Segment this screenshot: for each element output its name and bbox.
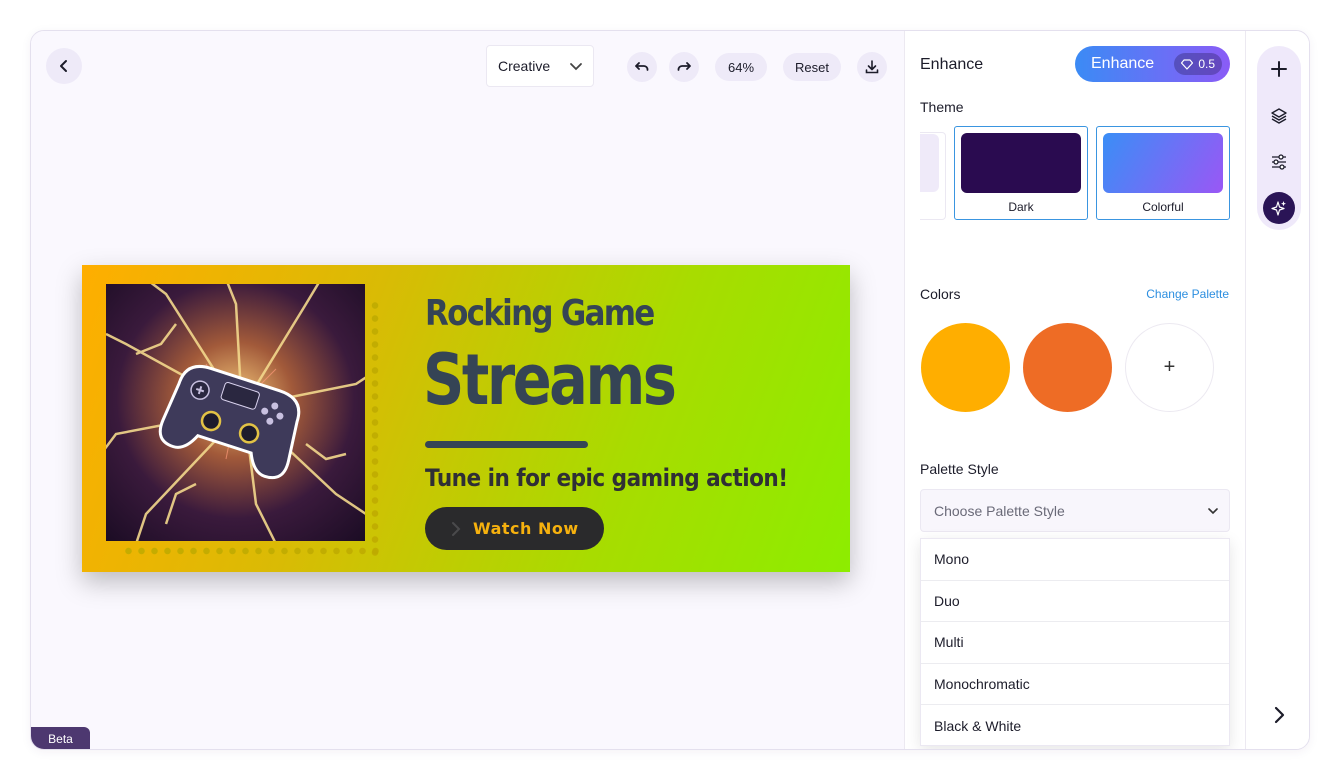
- layers-button[interactable]: [1263, 100, 1295, 132]
- banner-subtitle[interactable]: Tune in for epic gaming action!: [425, 464, 788, 492]
- palette-option-duo[interactable]: Duo: [921, 581, 1229, 622]
- chevron-down-icon: [1208, 508, 1218, 515]
- undo-icon: [635, 62, 649, 71]
- gamepad-illustration[interactable]: [106, 284, 365, 541]
- chevron-down-icon: [570, 63, 582, 71]
- enhance-button-label: Enhance: [1091, 55, 1155, 72]
- theme-card-colorful[interactable]: Colorful: [1096, 126, 1230, 220]
- sparkles-icon: [1271, 201, 1286, 216]
- change-palette-link[interactable]: Change Palette: [1146, 287, 1229, 301]
- beta-badge: Beta: [31, 727, 90, 749]
- banner-title-line1[interactable]: Rocking Game: [425, 293, 655, 334]
- banner-title-line2[interactable]: Streams: [423, 339, 677, 421]
- redo-button[interactable]: [669, 52, 699, 82]
- palette-style-label: Palette Style: [920, 461, 999, 477]
- diamond-icon: [1181, 58, 1194, 70]
- banner-dot-pattern: [122, 544, 382, 558]
- enhance-panel: Enhance Enhance 0.5 Theme Dark Colorful …: [904, 31, 1246, 749]
- watch-now-label: Watch Now: [473, 519, 579, 538]
- chevron-right-icon: [452, 522, 461, 536]
- colors-label: Colors: [920, 286, 961, 302]
- palette-option-mono[interactable]: Mono: [921, 539, 1229, 581]
- palette-style-select[interactable]: Choose Palette Style: [920, 489, 1230, 532]
- mode-select[interactable]: Creative: [486, 45, 594, 87]
- sliders-icon: [1272, 154, 1286, 170]
- mode-select-value: Creative: [498, 58, 551, 74]
- layers-icon: [1271, 108, 1287, 124]
- adjust-button[interactable]: [1263, 146, 1295, 178]
- next-button[interactable]: [1265, 701, 1293, 729]
- palette-style-placeholder: Choose Palette Style: [934, 502, 1065, 519]
- plus-icon: [1271, 61, 1287, 77]
- theme-colorful-label: Colorful: [1142, 200, 1184, 214]
- color-swatch-red-orange[interactable]: [1023, 323, 1112, 412]
- banner-divider: [425, 441, 588, 448]
- theme-swatch-dark: [961, 133, 1081, 193]
- download-icon: [865, 60, 879, 74]
- theme-card-light[interactable]: [920, 132, 946, 220]
- zoom-level[interactable]: 64%: [715, 53, 767, 81]
- palette-option-monochromatic[interactable]: Monochromatic: [921, 664, 1229, 705]
- add-element-button[interactable]: [1263, 53, 1295, 85]
- theme-label: Theme: [920, 99, 964, 115]
- gamepad-icon: [106, 284, 365, 541]
- theme-swatch-light: [920, 134, 939, 192]
- download-button[interactable]: [857, 52, 887, 82]
- undo-button[interactable]: [627, 52, 657, 82]
- watch-now-button[interactable]: Watch Now: [425, 507, 604, 550]
- right-rail: [1246, 31, 1309, 749]
- design-banner[interactable]: Rocking Game Streams Tune in for epic ga…: [82, 265, 850, 572]
- palette-option-multi[interactable]: Multi: [921, 622, 1229, 664]
- panel-title: Enhance: [920, 56, 984, 73]
- color-swatch-orange[interactable]: [921, 323, 1010, 412]
- chevron-right-icon: [1274, 706, 1285, 724]
- back-button[interactable]: [46, 48, 82, 84]
- enhance-button[interactable]: Enhance 0.5: [1075, 46, 1230, 82]
- reset-button[interactable]: Reset: [783, 53, 841, 81]
- palette-style-dropdown: Mono Duo Multi Monochromatic Black & Whi…: [920, 538, 1230, 746]
- banner-dot-pattern: [368, 299, 382, 557]
- theme-swatch-colorful: [1103, 133, 1223, 193]
- theme-dark-label: Dark: [1008, 200, 1034, 214]
- canvas-area: Creative 64% Reset Rocking Game Streams …: [31, 31, 904, 749]
- redo-icon: [677, 62, 691, 71]
- credit-cost-value: 0.5: [1198, 57, 1215, 71]
- theme-card-dark[interactable]: Dark: [954, 126, 1088, 220]
- enhance-tool-button[interactable]: [1263, 192, 1295, 224]
- app-window: Creative 64% Reset Rocking Game Streams …: [30, 30, 1310, 750]
- palette-option-black-white[interactable]: Black & White: [921, 705, 1229, 747]
- credit-cost-badge: 0.5: [1174, 53, 1222, 75]
- chevron-left-icon: [60, 60, 67, 72]
- add-color-button[interactable]: +: [1125, 323, 1214, 412]
